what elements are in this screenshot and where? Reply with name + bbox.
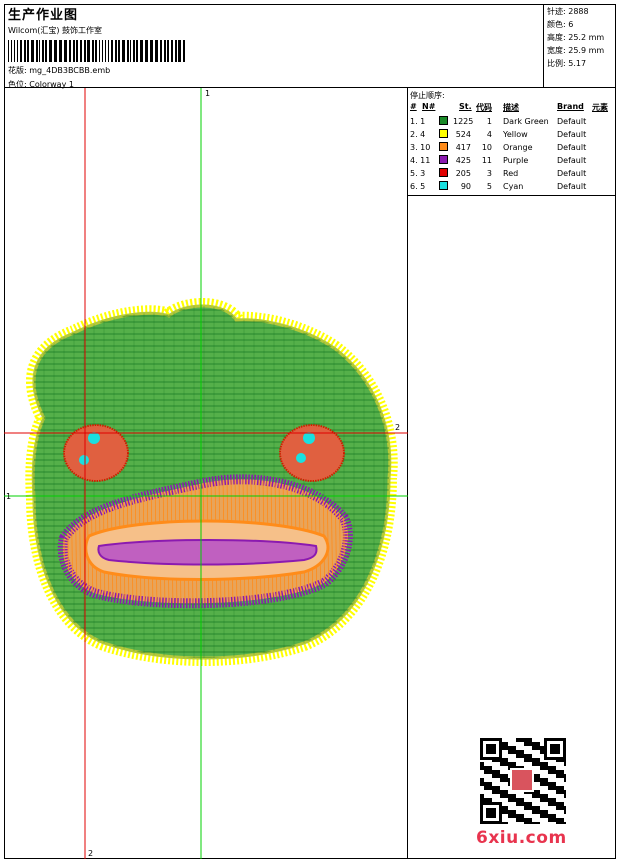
qr-code bbox=[480, 738, 568, 826]
stop-brand: Default bbox=[557, 169, 587, 178]
stop-desc: Purple bbox=[503, 156, 529, 165]
stop-brand: Default bbox=[557, 130, 587, 139]
stop-desc: Cyan bbox=[503, 182, 524, 191]
col-header-desc: 描述 bbox=[503, 103, 519, 112]
stop-stitches: 524 bbox=[455, 130, 471, 139]
stop-code: 3 bbox=[486, 169, 492, 178]
stop-brand: Default bbox=[557, 182, 587, 191]
stop-stitches: 425 bbox=[455, 156, 471, 165]
design-canvas[interactable]: 1 2 1 2 bbox=[4, 88, 408, 859]
barcode bbox=[8, 40, 185, 62]
stop-index: 4. 11 bbox=[410, 156, 431, 165]
stop-code: 11 bbox=[481, 156, 492, 165]
guide-label-v2: 2 bbox=[88, 849, 93, 858]
color-stop-row[interactable]: 2. 4 524 4 Yellow Default bbox=[408, 128, 616, 141]
color-swatch bbox=[439, 142, 448, 151]
stop-code: 5 bbox=[486, 182, 492, 191]
guide-label-h1: 1 bbox=[6, 492, 11, 501]
col-header-stitches: St. bbox=[459, 102, 472, 111]
stop-desc: Red bbox=[503, 169, 519, 178]
stop-stitches: 417 bbox=[455, 143, 471, 152]
stop-index: 3. 10 bbox=[410, 143, 431, 152]
header-panel: 生产作业图 Wilcom(汇宝) 鼓饰工作室 花版: mg_4DB3BCBB.e… bbox=[4, 4, 544, 89]
stitch-count: 针迹: 2888 bbox=[547, 7, 589, 16]
software-subtitle: Wilcom(汇宝) 鼓饰工作室 bbox=[8, 26, 103, 35]
design-width: 宽度: 25.9 mm bbox=[547, 46, 605, 55]
col-header-code: 代码 bbox=[476, 103, 492, 112]
design-label: 花版: bbox=[8, 66, 27, 75]
stop-desc: Yellow bbox=[503, 130, 528, 139]
color-swatch bbox=[439, 116, 448, 125]
stop-stitches: 90 bbox=[460, 182, 471, 191]
color-swatch bbox=[439, 129, 448, 138]
stop-brand: Default bbox=[557, 117, 587, 126]
design-height: 高度: 25.2 mm bbox=[547, 33, 605, 42]
page-title: 生产作业图 bbox=[8, 8, 79, 23]
color-stop-row[interactable]: 4. 11 425 11 Purple Default bbox=[408, 154, 616, 167]
guide-label-h2: 2 bbox=[395, 423, 400, 432]
stop-code: 1 bbox=[486, 117, 492, 126]
stop-sequence-title: 停止顺序: bbox=[410, 91, 445, 100]
stop-index: 2. 4 bbox=[410, 130, 426, 139]
color-stop-row[interactable]: 5. 3 205 3 Red Default bbox=[408, 167, 616, 180]
color-swatch bbox=[439, 155, 448, 164]
color-swatch bbox=[439, 181, 448, 190]
color-stop-row[interactable]: 3. 10 417 10 Orange Default bbox=[408, 141, 616, 154]
col-header-element: 元素 bbox=[592, 103, 608, 112]
design-file: mg_4DB3BCBB.emb bbox=[29, 66, 111, 75]
col-header-brand: Brand bbox=[557, 102, 584, 111]
color-stop-row[interactable]: 1. 1 1225 1 Dark Green Default bbox=[408, 115, 616, 128]
color-count: 颜色: 6 bbox=[547, 20, 574, 29]
stop-stitches: 1225 bbox=[453, 117, 474, 126]
stop-index: 6. 5 bbox=[410, 182, 426, 191]
col-header-index: # bbox=[410, 102, 417, 111]
guide-label-v1: 1 bbox=[205, 89, 210, 98]
stop-brand: Default bbox=[557, 156, 587, 165]
stop-stitches: 205 bbox=[455, 169, 471, 178]
col-header-number: N# bbox=[422, 102, 436, 111]
stop-desc: Orange bbox=[503, 143, 533, 152]
stats-panel: 针迹: 2888 颜色: 6 高度: 25.2 mm 宽度: 25.9 mm 比… bbox=[544, 4, 616, 88]
stop-index: 5. 3 bbox=[410, 169, 426, 178]
stop-code: 10 bbox=[481, 143, 492, 152]
design-file-line: 花版: mg_4DB3BCBB.emb bbox=[8, 65, 110, 76]
stop-desc: Dark Green bbox=[503, 117, 549, 126]
watermark-text: 6xiu.com bbox=[476, 828, 567, 848]
color-swatch bbox=[439, 168, 448, 177]
stop-sequence-panel: 停止顺序: # N# St. 代码 描述 Brand 元素 1. 1 1225 1 D… bbox=[408, 88, 616, 196]
qr-logo bbox=[512, 770, 532, 790]
stop-code: 4 bbox=[486, 130, 492, 139]
color-stop-row[interactable]: 6. 5 90 5 Cyan Default bbox=[408, 180, 616, 193]
design-scale: 比例: 5.17 bbox=[547, 59, 587, 68]
embroidery-preview: 1 2 1 2 bbox=[4, 88, 408, 859]
stop-index: 1. 1 bbox=[410, 117, 426, 126]
stop-brand: Default bbox=[557, 143, 587, 152]
